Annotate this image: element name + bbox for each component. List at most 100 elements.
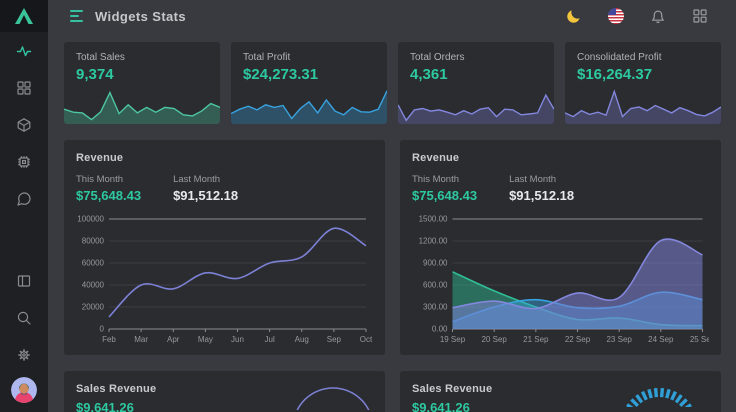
svg-text:0.00: 0.00 bbox=[432, 325, 448, 334]
app-logo[interactable] bbox=[0, 0, 48, 32]
svg-text:80000: 80000 bbox=[82, 237, 105, 246]
svg-text:22 Sep: 22 Sep bbox=[565, 335, 591, 344]
svg-text:Jun: Jun bbox=[231, 335, 244, 344]
sidebar-nav bbox=[0, 32, 48, 217]
revenue-stats: This Month $75,648.43 Last Month $91,512… bbox=[412, 174, 709, 203]
svg-text:Feb: Feb bbox=[102, 335, 116, 344]
sidebar-item-messages[interactable] bbox=[0, 180, 48, 217]
svg-text:24 Sep: 24 Sep bbox=[648, 335, 674, 344]
last-month-label: Last Month bbox=[509, 174, 574, 185]
cube-box-icon bbox=[16, 117, 32, 133]
this-month-value: $75,648.43 bbox=[76, 188, 141, 203]
ring-gauge-chart bbox=[289, 380, 377, 410]
magnifier-search-icon bbox=[16, 310, 32, 326]
svg-text:1500.00: 1500.00 bbox=[419, 215, 448, 224]
dark-mode-toggle[interactable] bbox=[565, 7, 583, 25]
top-header: Widgets Stats bbox=[48, 0, 736, 32]
stat-label: Total Orders bbox=[410, 52, 542, 63]
stat-card-consolidated-profit: Consolidated Profit $16,264.37 bbox=[565, 42, 721, 124]
stat-card-total-sales: Total Sales 9,374 bbox=[64, 42, 220, 124]
sparkline-chart bbox=[565, 84, 721, 124]
stat-label: Total Profit bbox=[243, 52, 375, 63]
avatar-image bbox=[11, 377, 37, 403]
stat-card-row: Total Sales 9,374 Total Profit $24,273.3… bbox=[64, 42, 721, 124]
stat-value: $16,264.37 bbox=[577, 66, 709, 83]
svg-text:Mar: Mar bbox=[134, 335, 148, 344]
language-selector[interactable] bbox=[607, 7, 625, 25]
sidebar-item-system[interactable] bbox=[0, 143, 48, 180]
svg-text:300.00: 300.00 bbox=[423, 303, 448, 312]
this-month-label: This Month bbox=[76, 174, 141, 185]
last-month-value: $91,512.18 bbox=[173, 188, 238, 203]
us-flag-icon bbox=[608, 8, 624, 24]
revenue-line-chart: 020000400006000080000100000FebMarAprMayJ… bbox=[76, 209, 373, 349]
svg-text:60000: 60000 bbox=[82, 259, 105, 268]
last-month-value: $91,512.18 bbox=[509, 188, 574, 203]
activity-pulse-icon bbox=[16, 43, 32, 59]
last-month-stat: Last Month $91,512.18 bbox=[173, 174, 238, 203]
stat-value: $24,273.31 bbox=[243, 66, 375, 83]
this-month-stat: This Month $75,648.43 bbox=[412, 174, 477, 203]
triangle-logo-icon bbox=[14, 7, 34, 25]
sidebar bbox=[0, 0, 48, 412]
revenue-card-row: Revenue This Month $75,648.43 Last Month… bbox=[64, 140, 721, 355]
apps-menu-button[interactable] bbox=[691, 7, 709, 25]
stat-value: 9,374 bbox=[76, 66, 208, 83]
cpu-chip-icon bbox=[16, 154, 32, 170]
stat-value: 4,361 bbox=[410, 66, 542, 83]
notifications-button[interactable] bbox=[649, 7, 667, 25]
sparkline-chart bbox=[64, 84, 220, 124]
sidebar-item-search[interactable] bbox=[0, 299, 48, 336]
sidebar-item-settings[interactable] bbox=[0, 336, 48, 373]
user-avatar[interactable] bbox=[11, 377, 37, 403]
main-content: Total Sales 9,374 Total Profit $24,273.3… bbox=[48, 32, 736, 412]
header-actions bbox=[565, 7, 709, 25]
bell-icon bbox=[650, 8, 666, 24]
layout-panel-icon bbox=[16, 273, 32, 289]
svg-text:900.00: 900.00 bbox=[423, 259, 448, 268]
revenue-area-chart: 0.00300.00600.00900.001200.001500.0019 S… bbox=[412, 209, 709, 349]
svg-text:Oct: Oct bbox=[360, 335, 373, 344]
sidebar-item-layout[interactable] bbox=[0, 262, 48, 299]
stat-label: Consolidated Profit bbox=[577, 52, 709, 63]
main-area: Widgets Stats bbox=[48, 0, 736, 412]
this-month-stat: This Month $75,648.43 bbox=[76, 174, 141, 203]
gear-settings-icon bbox=[16, 347, 32, 363]
svg-text:0: 0 bbox=[100, 325, 105, 334]
svg-text:40000: 40000 bbox=[82, 281, 105, 290]
sidebar-item-dashboard[interactable] bbox=[0, 32, 48, 69]
svg-text:20 Sep: 20 Sep bbox=[481, 335, 507, 344]
moon-icon bbox=[566, 8, 582, 24]
last-month-label: Last Month bbox=[173, 174, 238, 185]
sidebar-item-widgets[interactable] bbox=[0, 69, 48, 106]
chat-bubble-icon bbox=[16, 191, 32, 207]
sales-revenue-card-ring: Sales Revenue $9,641.26 bbox=[64, 371, 385, 412]
this-month-label: This Month bbox=[412, 174, 477, 185]
svg-text:23 Sep: 23 Sep bbox=[606, 335, 632, 344]
sidebar-item-products[interactable] bbox=[0, 106, 48, 143]
app-window: Widgets Stats bbox=[0, 0, 736, 412]
revenue-card-line: Revenue This Month $75,648.43 Last Month… bbox=[64, 140, 385, 355]
last-month-stat: Last Month $91,512.18 bbox=[509, 174, 574, 203]
svg-text:600.00: 600.00 bbox=[423, 281, 448, 290]
svg-text:20000: 20000 bbox=[82, 303, 105, 312]
sidebar-bottom-nav bbox=[0, 262, 48, 373]
hamburger-menu-icon[interactable] bbox=[70, 10, 83, 22]
sparkline-chart bbox=[398, 84, 554, 124]
revenue-stats: This Month $75,648.43 Last Month $91,512… bbox=[76, 174, 373, 203]
svg-text:May: May bbox=[198, 335, 213, 344]
grid-squares-icon bbox=[16, 80, 32, 96]
svg-text:1200.00: 1200.00 bbox=[419, 237, 448, 246]
card-title: Revenue bbox=[76, 152, 373, 164]
stat-card-total-profit: Total Profit $24,273.31 bbox=[231, 42, 387, 124]
svg-text:Jul: Jul bbox=[265, 335, 275, 344]
tick-gauge-chart bbox=[613, 377, 705, 407]
svg-text:Sep: Sep bbox=[327, 335, 342, 344]
svg-text:Aug: Aug bbox=[295, 335, 309, 344]
stat-card-total-orders: Total Orders 4,361 bbox=[398, 42, 554, 124]
svg-text:25 Sep: 25 Sep bbox=[690, 335, 709, 344]
this-month-value: $75,648.43 bbox=[412, 188, 477, 203]
svg-text:Apr: Apr bbox=[167, 335, 180, 344]
svg-text:21 Sep: 21 Sep bbox=[523, 335, 549, 344]
sales-revenue-card-ticks: Sales Revenue $9,641.26 bbox=[400, 371, 721, 412]
